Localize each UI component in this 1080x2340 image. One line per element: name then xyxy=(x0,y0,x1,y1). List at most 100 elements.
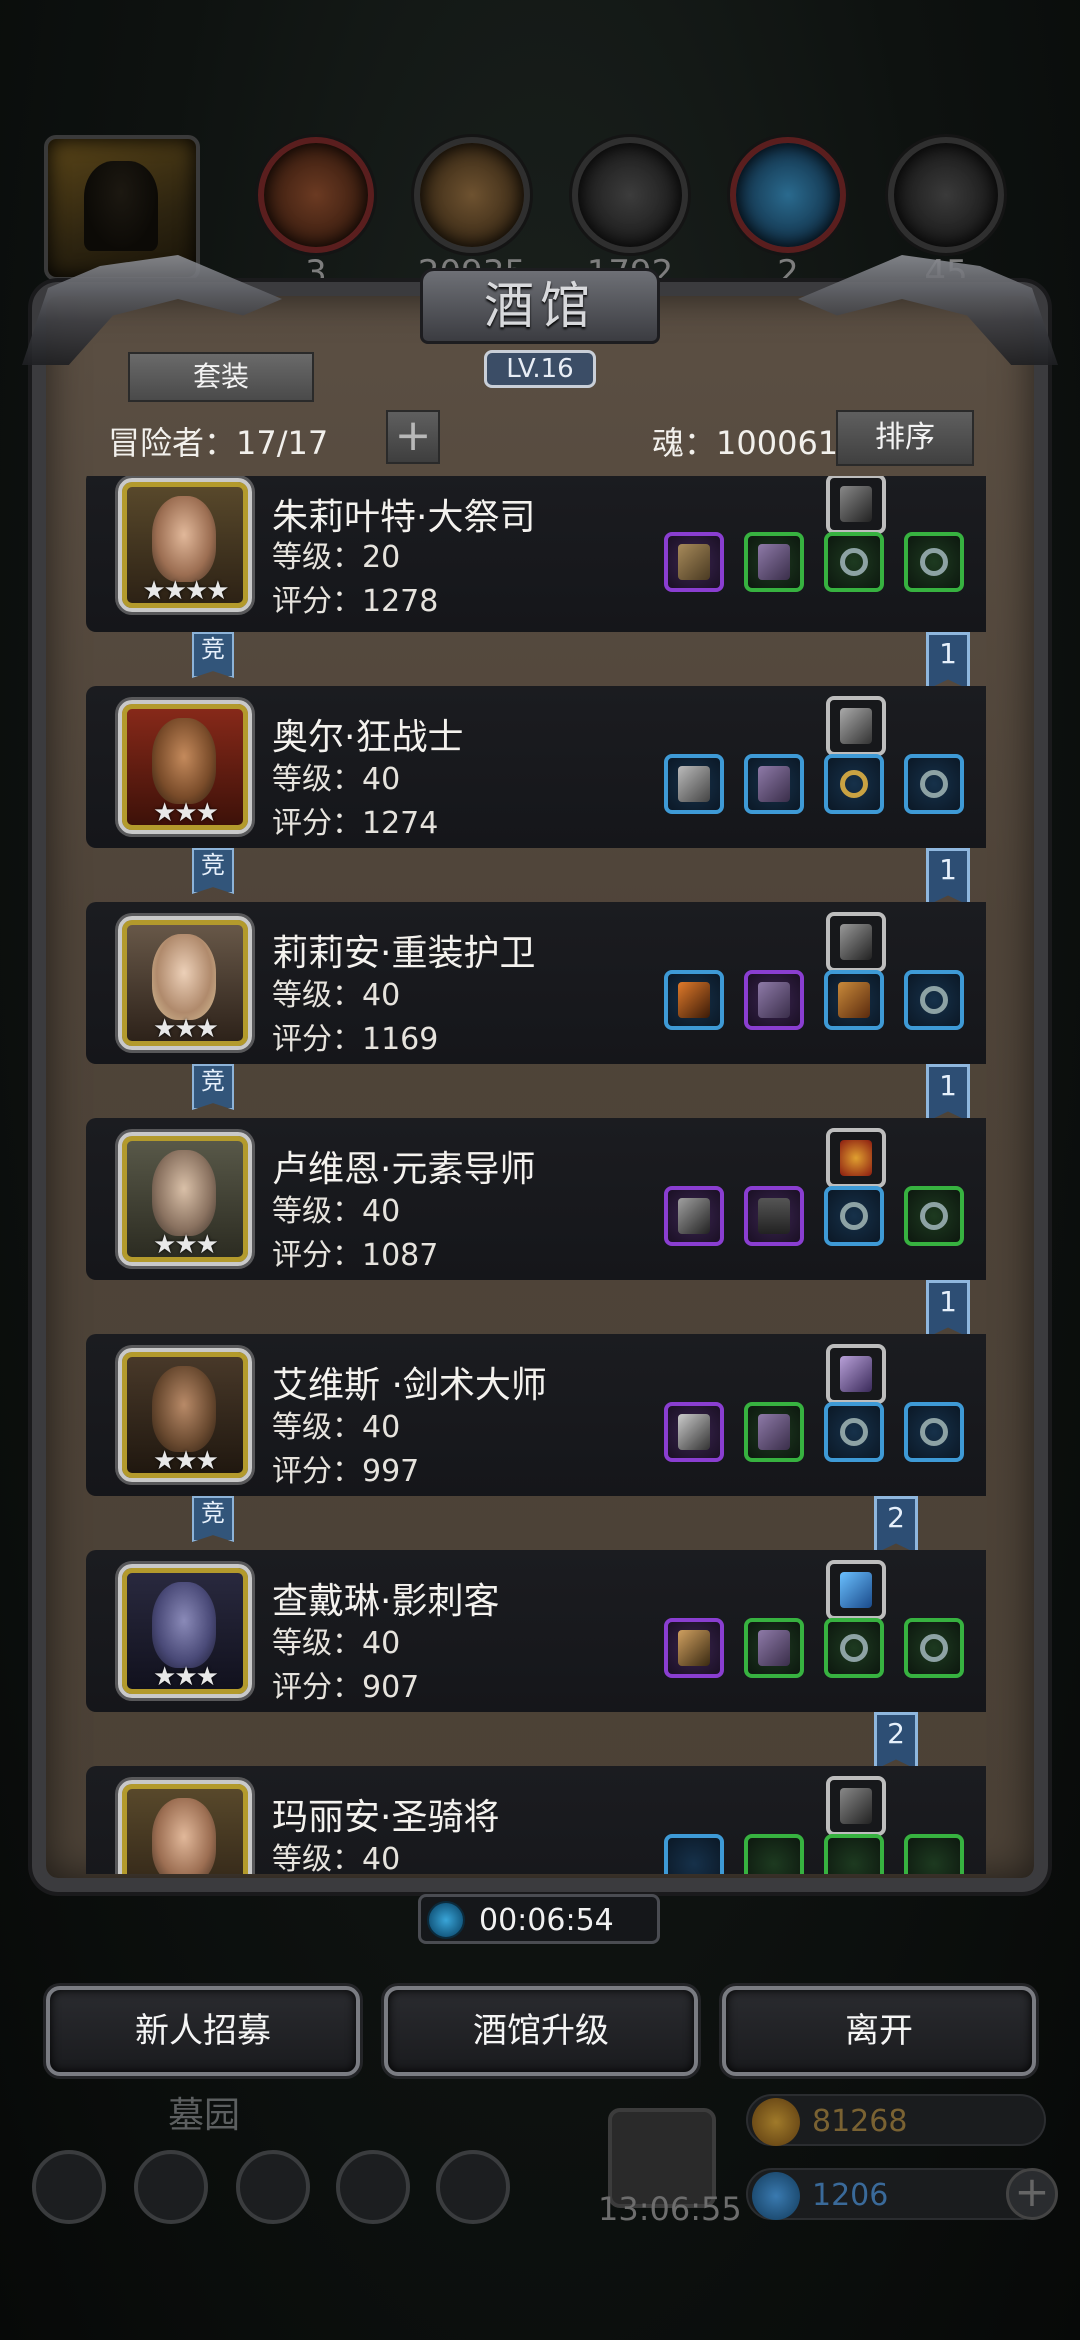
hero-card[interactable]: ★★★ 玛丽安·圣骑将 等级：40 xyxy=(86,1766,986,1874)
ring-slot[interactable] xyxy=(904,1402,964,1462)
gold-icon xyxy=(752,2098,800,2146)
skill-slot[interactable] xyxy=(826,1344,886,1404)
hero-level: 等级：20 xyxy=(272,540,401,575)
leave-button[interactable]: 离开 xyxy=(722,1986,1036,2076)
armor-slot[interactable] xyxy=(744,970,804,1030)
ring-slot[interactable] xyxy=(904,532,964,592)
add-adventurer-slot-button[interactable]: + xyxy=(386,410,440,464)
ring-slot[interactable] xyxy=(904,754,964,814)
ring-slot[interactable] xyxy=(904,1186,964,1246)
recruit-button[interactable]: 新人招募 xyxy=(46,1986,360,2076)
hero-level: 等级：40 xyxy=(272,978,401,1013)
hero-stars: ★★★ xyxy=(153,1662,219,1692)
gold-display: 81268 xyxy=(746,2094,1046,2146)
crystal-icon xyxy=(730,137,846,253)
armor-slot[interactable] xyxy=(744,1618,804,1678)
mail-icon[interactable] xyxy=(336,2150,410,2224)
guild-icon[interactable] xyxy=(436,2150,510,2224)
hero-level: 等级：40 xyxy=(272,762,401,797)
ring-slot[interactable] xyxy=(904,970,964,1030)
meat-icon xyxy=(258,137,374,253)
ring-slot[interactable] xyxy=(904,1834,964,1874)
competitive-tag: 竞 xyxy=(192,1064,234,1110)
hero-portrait[interactable]: ★★★ xyxy=(118,700,252,834)
rank-tag: 2 xyxy=(874,1496,918,1554)
hero-name: 奥尔·狂战士 xyxy=(272,717,464,758)
map-icon[interactable] xyxy=(236,2150,310,2224)
hero-card[interactable]: ★★★ 卢维恩·元素导师 等级：40 评分：1087 xyxy=(86,1118,986,1280)
hero-portrait[interactable]: ★★★ xyxy=(118,1132,252,1266)
ring-slot[interactable] xyxy=(824,1618,884,1678)
skill-slot[interactable] xyxy=(826,912,886,972)
hero-score: 评分：1087 xyxy=(272,1238,439,1273)
hero-card[interactable]: ★★★ 奥尔·狂战士 等级：40 评分：1274 xyxy=(86,686,986,848)
cemetery-label: 墓园 xyxy=(168,2095,241,2136)
tavern-title: 酒馆 xyxy=(420,268,660,344)
ring-slot[interactable] xyxy=(824,1402,884,1462)
ring-slot[interactable] xyxy=(824,1186,884,1246)
skill-slot[interactable] xyxy=(826,696,886,756)
settings-icon[interactable] xyxy=(32,2150,106,2224)
hero-card[interactable]: ★★★★ 朱莉叶特·大祭司 等级：20 评分：1278 xyxy=(86,476,986,632)
hero-level: 等级：40 xyxy=(272,1626,401,1661)
hero-score: 评分：1278 xyxy=(272,584,439,619)
competitive-tag: 竞 xyxy=(192,1496,234,1542)
hero-name: 艾维斯 ·剑术大师 xyxy=(272,1365,547,1406)
sort-button[interactable]: 排序 xyxy=(836,410,974,466)
hero-score: 评分：907 xyxy=(272,1670,420,1705)
hero-score: 评分：1169 xyxy=(272,1022,439,1057)
hero-name: 莉莉安·重装护卫 xyxy=(272,933,536,974)
hero-portrait[interactable]: ★★★★ xyxy=(118,478,252,612)
hero-portrait[interactable]: ★★★ xyxy=(118,1564,252,1698)
weapon-slot[interactable] xyxy=(664,1402,724,1462)
rank-tag: 1 xyxy=(926,632,970,690)
ring-slot[interactable] xyxy=(904,1618,964,1678)
stone-icon xyxy=(888,137,1004,253)
hero-card[interactable]: ★★★ 莉莉安·重装护卫 等级：40 评分：1169 xyxy=(86,902,986,1064)
hero-stars: ★★★★ xyxy=(142,576,229,606)
skill-slot[interactable] xyxy=(826,1560,886,1620)
competitive-tag: 竞 xyxy=(192,632,234,678)
top-resource-bar: 3 20935 1792 2 45 xyxy=(0,125,1080,293)
wood-icon xyxy=(414,137,530,253)
tavern-upgrade-button[interactable]: 酒馆升级 xyxy=(384,1986,698,2076)
weapon-slot[interactable] xyxy=(664,970,724,1030)
hero-portrait[interactable]: ★★★ xyxy=(118,1780,252,1874)
hero-level: 等级：40 xyxy=(272,1410,401,1445)
hero-card[interactable]: ★★★ 艾维斯 ·剑术大师 等级：40 评分：997 xyxy=(86,1334,986,1496)
adventurer-count: 冒险者：17/17 xyxy=(108,424,329,462)
hero-stars: ★★★ xyxy=(153,1230,219,1260)
achievement-icon[interactable] xyxy=(134,2150,208,2224)
ring-slot[interactable] xyxy=(824,1834,884,1874)
tavern-level-badge: LV.16 xyxy=(484,350,596,388)
hero-list[interactable]: ★★★★ 朱莉叶特·大祭司 等级：20 评分：1278 竞 1 ★★★ 奥尔·狂… xyxy=(86,476,986,1874)
hero-portrait[interactable]: ★★★ xyxy=(118,916,252,1050)
weapon-slot[interactable] xyxy=(664,1834,724,1874)
armor-slot[interactable] xyxy=(744,532,804,592)
soul-count: 魂：100061 xyxy=(652,424,839,462)
weapon-slot[interactable] xyxy=(664,754,724,814)
hero-name: 卢维恩·元素导师 xyxy=(272,1149,536,1190)
add-gems-button[interactable]: + xyxy=(1006,2168,1058,2220)
gem-display: 1206 xyxy=(746,2168,1046,2220)
hero-card[interactable]: ★★★ 查戴琳·影刺客 等级：40 评分：907 xyxy=(86,1550,986,1712)
shield-slot[interactable] xyxy=(824,970,884,1030)
clock-icon xyxy=(427,1901,465,1939)
suit-button[interactable]: 套装 xyxy=(128,352,314,402)
hero-score: 评分：1274 xyxy=(272,806,439,841)
gem-icon xyxy=(752,2172,800,2220)
weapon-slot[interactable] xyxy=(664,1186,724,1246)
skill-slot[interactable] xyxy=(826,1776,886,1836)
hero-portrait[interactable]: ★★★ xyxy=(118,1348,252,1482)
skill-slot[interactable] xyxy=(826,476,886,534)
armor-slot[interactable] xyxy=(744,1186,804,1246)
ring-slot[interactable] xyxy=(824,754,884,814)
weapon-slot[interactable] xyxy=(664,1618,724,1678)
armor-slot[interactable] xyxy=(744,1402,804,1462)
skill-slot[interactable] xyxy=(826,1128,886,1188)
ring-slot[interactable] xyxy=(824,532,884,592)
armor-slot[interactable] xyxy=(744,1834,804,1874)
hero-name: 玛丽安·圣骑将 xyxy=(272,1797,500,1838)
armor-slot[interactable] xyxy=(744,754,804,814)
weapon-slot[interactable] xyxy=(664,532,724,592)
